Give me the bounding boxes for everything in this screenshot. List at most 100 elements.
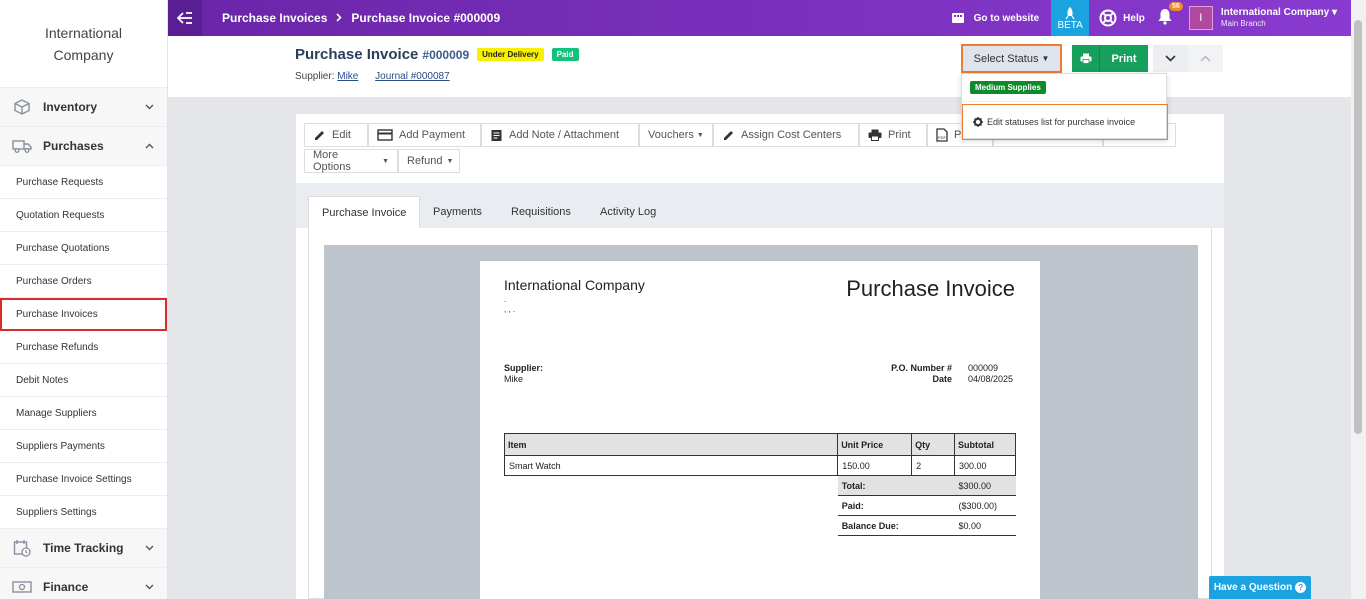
toolbar-print-button[interactable]: Print	[859, 123, 927, 147]
sidebar-item-purchase-quotations[interactable]: Purchase Quotations	[0, 232, 167, 265]
breadcrumb-current: Purchase Invoice #000009	[351, 11, 501, 25]
chevron-up-icon	[1200, 55, 1211, 62]
beta-label: BETA	[1057, 19, 1083, 31]
sidebar-item-purchase-requests[interactable]: Purchase Requests	[0, 166, 167, 199]
add-note-button[interactable]: Add Note / Attachment	[481, 123, 639, 147]
po-number-value: 000009	[968, 363, 999, 373]
chevron-down-icon	[143, 102, 155, 113]
chevron-down-icon	[1165, 55, 1176, 62]
more-options-label: More Options	[313, 149, 351, 173]
assign-cost-label: Assign Cost Centers	[741, 129, 842, 141]
invoice-number: #000009	[422, 47, 470, 62]
note-icon	[491, 129, 502, 141]
tab-activity-log[interactable]: Activity Log	[587, 196, 669, 228]
total-row: Total: $300.00	[505, 475, 1016, 496]
sidebar-group-inventory[interactable]: Inventory	[0, 88, 167, 127]
edit-button[interactable]: Edit	[304, 123, 368, 147]
select-status-label: Select Status	[973, 52, 1039, 65]
sidebar-item-suppliers-payments[interactable]: Suppliers Payments	[0, 430, 167, 463]
bell-icon	[1158, 9, 1172, 25]
account-menu[interactable]: International Company ▾ Main Branch	[1221, 7, 1337, 29]
balance-due-value: $0.00	[954, 515, 1016, 536]
balance-due-row: Balance Due: $0.00	[505, 515, 1016, 536]
supplier-link[interactable]: Mike	[337, 71, 358, 82]
main-panel: Edit Add Payment Add Note / Attachment V…	[296, 114, 1224, 599]
chevron-down-icon	[143, 543, 155, 554]
help-link[interactable]: Help	[1099, 9, 1145, 27]
svg-text:PDF: PDF	[938, 135, 947, 140]
caret-down-icon: ▼	[382, 157, 389, 165]
sidebar-item-purchase-invoices[interactable]: Purchase Invoices	[0, 298, 167, 331]
previous-record-button[interactable]	[1188, 45, 1223, 72]
print-button[interactable]: Print	[1072, 45, 1148, 72]
more-options-dropdown[interactable]: More Options ▼	[304, 149, 398, 173]
avatar[interactable]: I	[1188, 6, 1213, 30]
sidebar-group-finance[interactable]: Finance	[0, 568, 167, 599]
caret-down-icon: ▼	[446, 157, 454, 165]
cell-item: Smart Watch	[503, 455, 839, 476]
select-status-button[interactable]: Select Status ▼	[961, 44, 1062, 73]
invoice-preview: International Company . , , . Purchase I…	[324, 245, 1198, 599]
back-button[interactable]	[168, 0, 202, 36]
printer-icon	[1072, 45, 1100, 72]
page-scrollbar[interactable]	[1351, 0, 1366, 599]
truck-icon	[12, 137, 32, 155]
lifebuoy-icon	[1099, 9, 1117, 27]
tab-requisitions[interactable]: Requisitions	[498, 196, 584, 228]
breadcrumb: Purchase Invoices Purchase Invoice #0000…	[222, 11, 500, 25]
credit-card-icon	[377, 129, 393, 141]
invoice-address-line-2: , , .	[504, 305, 516, 314]
column-header-item: Item	[503, 433, 839, 456]
scrollbar-thumb[interactable]	[1354, 20, 1362, 434]
add-payment-button[interactable]: Add Payment	[368, 123, 481, 147]
tab-payments[interactable]: Payments	[420, 196, 495, 228]
assign-cost-centers-button[interactable]: Assign Cost Centers	[713, 123, 859, 147]
total-label: Total:	[837, 475, 955, 496]
supplier-label: Supplier:	[295, 71, 335, 82]
chevron-right-icon	[336, 11, 343, 25]
calendar-clock-icon	[12, 539, 32, 557]
top-bar: Purchase Invoices Purchase Invoice #0000…	[168, 0, 1351, 36]
journal-link[interactable]: Journal #000087	[375, 71, 450, 82]
invoice-items-table: Item Unit Price Qty Subtotal Smart Watch…	[503, 433, 1016, 536]
breadcrumb-parent[interactable]: Purchase Invoices	[222, 11, 327, 25]
sidebar-group-purchases[interactable]: Purchases	[0, 127, 167, 166]
sidebar-group-label: Finance	[43, 580, 89, 594]
sidebar-item-manage-suppliers[interactable]: Manage Suppliers	[0, 397, 167, 430]
beta-button[interactable]: BETA	[1051, 0, 1090, 36]
next-record-button[interactable]	[1153, 45, 1188, 72]
sidebar-item-suppliers-settings[interactable]: Suppliers Settings	[0, 496, 167, 529]
go-to-website-link[interactable]: Go to website	[951, 12, 1039, 24]
status-badge-paid: Paid	[551, 48, 579, 61]
have-a-question-button[interactable]: Have a Question ?	[1209, 576, 1311, 599]
status-option-medium-supplies[interactable]: Medium Supplies	[962, 74, 1166, 102]
sidebar-item-purchase-refunds[interactable]: Purchase Refunds	[0, 331, 167, 364]
vouchers-dropdown[interactable]: Vouchers ▼	[639, 123, 713, 147]
sidebar-group-time-tracking[interactable]: Time Tracking	[0, 529, 167, 568]
sidebar-item-purchase-invoice-settings[interactable]: Purchase Invoice Settings	[0, 463, 167, 496]
tab-purchase-invoice[interactable]: Purchase Invoice	[308, 196, 421, 228]
caret-down-icon: ▾	[1331, 7, 1337, 18]
status-badge-under-delivery: Under Delivery	[477, 48, 544, 61]
tab-strip: Purchase Invoice Payments Requisitions A…	[296, 183, 1224, 228]
cell-subtotal: 300.00	[954, 455, 1016, 476]
paid-value: ($300.00)	[954, 495, 1016, 516]
date-value: 04/08/2025	[968, 374, 1014, 384]
vouchers-label: Vouchers	[648, 129, 694, 141]
notifications-button[interactable]: 56	[1157, 2, 1183, 28]
paid-label: Paid:	[837, 495, 955, 516]
refund-dropdown[interactable]: Refund ▼	[398, 149, 460, 173]
chevron-down-icon	[143, 582, 155, 593]
page-meta: Supplier: Mike Journal #000087	[295, 71, 464, 82]
sidebar-item-quotation-requests[interactable]: Quotation Requests	[0, 199, 167, 232]
brand-name: International Company	[0, 0, 167, 88]
caret-down-icon: ▼	[696, 131, 704, 139]
edit-statuses-link[interactable]: Edit statuses list for purchase invoice	[962, 104, 1168, 140]
sidebar-group-label: Purchases	[43, 139, 104, 153]
po-number-label: P.O. Number #	[891, 363, 952, 373]
invoice-supplier-label: Supplier:	[504, 363, 544, 373]
status-option-label: Medium Supplies	[970, 81, 1046, 94]
sidebar-item-purchase-orders[interactable]: Purchase Orders	[0, 265, 167, 298]
sidebar-item-debit-notes[interactable]: Debit Notes	[0, 364, 167, 397]
table-row: Smart Watch 150.00 2 300.00	[503, 455, 1016, 476]
